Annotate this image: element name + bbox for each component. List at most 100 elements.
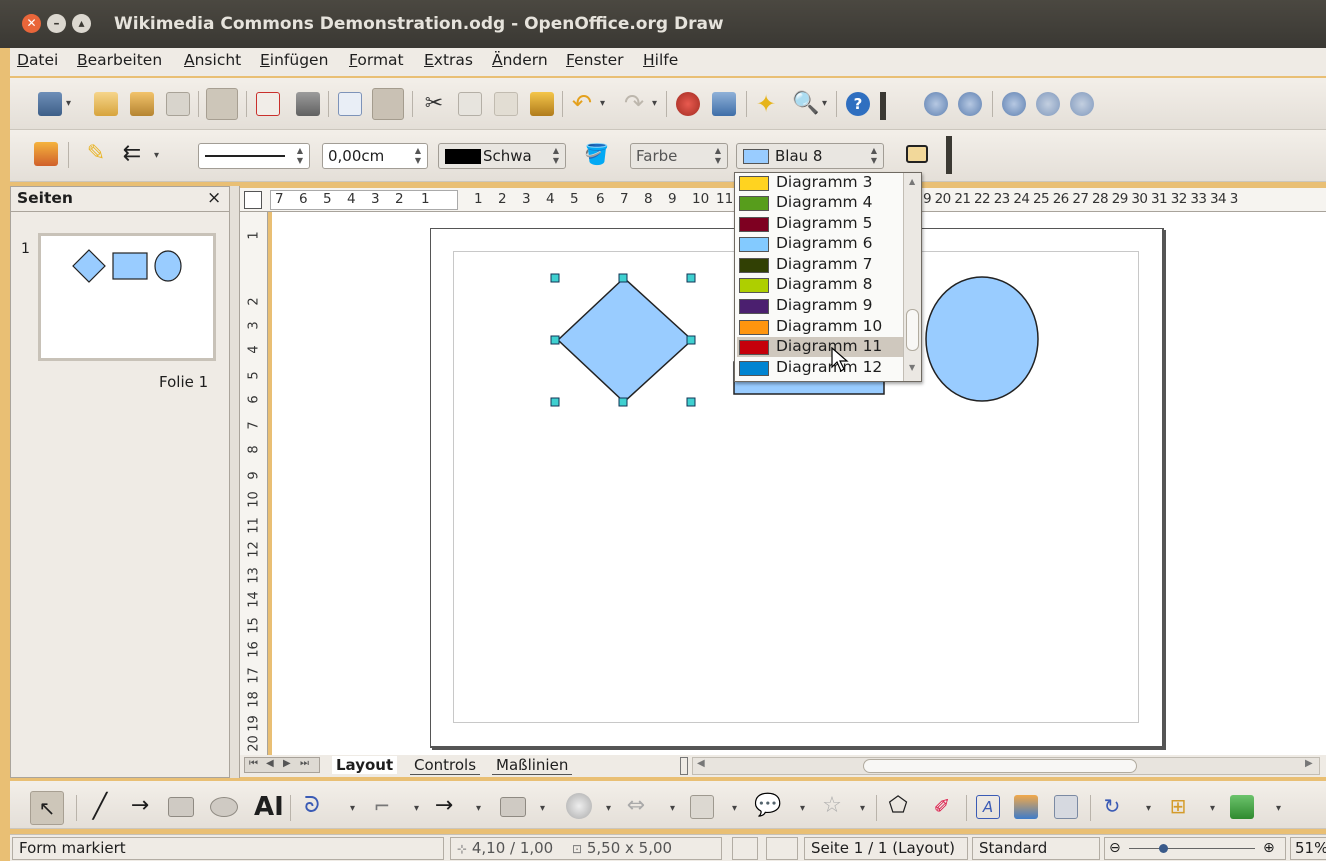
document-modified-icon[interactable] xyxy=(732,837,758,860)
rectangles-tool-icon[interactable] xyxy=(500,797,526,817)
zoom-in-slider-icon[interactable]: ⊕ xyxy=(1263,838,1275,859)
maximize-window-button[interactable]: ▴ xyxy=(72,14,91,33)
points-tool-icon[interactable]: ⬠ xyxy=(886,795,910,819)
spin-arrows-icon[interactable]: ▲ ▼ xyxy=(711,146,725,166)
styles-icon[interactable] xyxy=(34,142,58,166)
format-paintbrush-icon[interactable] xyxy=(530,92,554,116)
autospellcheck-icon[interactable] xyxy=(372,88,404,120)
insert-object-icon[interactable] xyxy=(1054,795,1078,819)
connector-dropdown-arrow[interactable]: ▾ xyxy=(414,803,419,814)
tab-stop-selector[interactable] xyxy=(244,191,262,209)
ellipse-tool-icon[interactable] xyxy=(210,797,238,817)
help-icon[interactable]: ? xyxy=(846,92,870,116)
menu-bearbeiten[interactable]: Bearbeiten xyxy=(77,51,162,69)
block-arrows-tool-icon[interactable]: ⇔ xyxy=(624,795,648,819)
menu-aendern[interactable]: Ändern xyxy=(492,51,548,69)
circles-dropdown-arrow[interactable]: ▾ xyxy=(606,803,611,814)
spin-arrows-icon[interactable]: ▲ ▼ xyxy=(293,146,307,166)
lines-arrows-tool-icon[interactable]: → xyxy=(432,795,456,819)
save-icon[interactable] xyxy=(130,92,154,116)
panel-splitter[interactable] xyxy=(230,186,240,778)
menu-datei[interactable]: Datei xyxy=(17,51,58,69)
area-color-select[interactable]: Blau 8 ▲ ▼ xyxy=(736,143,884,169)
rotate-dropdown-arrow[interactable]: ▾ xyxy=(1146,803,1151,814)
dropdown-scrollbar[interactable]: ▲ ▼ xyxy=(903,173,921,381)
arrow-style-icon[interactable]: ⇇ xyxy=(120,142,144,166)
tab-layout[interactable]: Layout xyxy=(332,756,398,774)
line-style-select[interactable]: ▲ ▼ xyxy=(198,143,310,169)
scrollbar-thumb[interactable] xyxy=(863,759,1137,773)
area-style-select[interactable]: Farbe ▲ ▼ xyxy=(630,143,728,169)
insert-image-icon[interactable] xyxy=(1014,795,1038,819)
scroll-down-icon[interactable]: ▼ xyxy=(909,363,915,372)
zoom-100-icon[interactable] xyxy=(1002,92,1026,116)
circles-tool-icon[interactable] xyxy=(566,793,592,819)
curve-tool-icon[interactable]: ᘐ xyxy=(300,795,324,819)
email-icon[interactable] xyxy=(166,92,190,116)
color-option-diagramm-10[interactable]: Diagramm 10 xyxy=(737,317,903,337)
chart-icon[interactable] xyxy=(676,92,700,116)
curve-dropdown-arrow[interactable]: ▾ xyxy=(350,803,355,814)
arrow-style-dropdown-arrow[interactable]: ▾ xyxy=(154,150,159,161)
lines-dropdown-arrow[interactable]: ▾ xyxy=(476,803,481,814)
toolbar-handle[interactable] xyxy=(880,92,886,120)
paint-bucket-icon[interactable]: 🪣 xyxy=(584,142,609,166)
line-tool-icon[interactable]: ╱ xyxy=(88,794,112,819)
page-thumbnail[interactable] xyxy=(38,233,216,361)
new-document-icon[interactable] xyxy=(38,92,62,116)
color-option-diagramm-3[interactable]: Diagramm 3 xyxy=(737,173,903,193)
cut-icon[interactable]: ✂ xyxy=(422,92,446,116)
callouts-tool-icon[interactable]: 💬 xyxy=(754,795,781,819)
undo-dropdown-arrow[interactable]: ▾ xyxy=(600,98,605,109)
color-option-diagramm-6[interactable]: Diagramm 6 xyxy=(737,234,903,254)
zoom-previous-icon[interactable] xyxy=(1036,92,1060,116)
fontwork-icon[interactable]: A xyxy=(976,795,1000,819)
menu-ansicht[interactable]: Ansicht xyxy=(184,51,241,69)
spellcheck-icon[interactable] xyxy=(338,92,362,116)
zoom-dropdown-arrow[interactable]: ▾ xyxy=(822,98,827,109)
position-size-field[interactable]: ⊹ 4,10 / 1,00 ⊡ 5,50 x 5,00 xyxy=(450,837,722,860)
selection-handle[interactable] xyxy=(550,397,560,407)
zoom-icon[interactable]: 🔍 xyxy=(792,92,819,116)
gluepoint-icon[interactable]: ✦ xyxy=(754,92,778,116)
open-folder-icon[interactable] xyxy=(94,92,118,116)
callouts-dropdown-arrow[interactable]: ▾ xyxy=(800,803,805,814)
zoom-in-icon[interactable] xyxy=(924,92,948,116)
selection-handle[interactable] xyxy=(618,397,628,407)
redo-dropdown-arrow[interactable]: ▾ xyxy=(652,98,657,109)
vertical-ruler[interactable]: 1 2 3 4 5 6 7 8 9 10 11 12 13 14 15 16 1… xyxy=(240,212,268,755)
tab-splitter[interactable] xyxy=(680,757,688,775)
print-icon[interactable] xyxy=(296,92,320,116)
diamond-shape[interactable] xyxy=(556,276,694,404)
ellipse-shape[interactable] xyxy=(925,276,1039,402)
new-dropdown-arrow[interactable]: ▾ xyxy=(66,98,71,109)
zoom-next-icon[interactable] xyxy=(1070,92,1094,116)
digital-signature-field[interactable] xyxy=(766,837,798,860)
block-arrows-dropdown-arrow[interactable]: ▾ xyxy=(670,803,675,814)
scroll-up-icon[interactable]: ▲ xyxy=(909,177,915,186)
selection-handle[interactable] xyxy=(686,335,696,345)
rectangles-dropdown-arrow[interactable]: ▾ xyxy=(540,803,545,814)
line-arrow-tool-icon[interactable]: → xyxy=(128,795,152,819)
stars-tool-icon[interactable]: ☆ xyxy=(820,795,844,819)
flowchart-dropdown-arrow[interactable]: ▾ xyxy=(732,803,737,814)
color-option-diagramm-12[interactable]: Diagramm 12 xyxy=(737,358,903,378)
redo-icon[interactable]: ↷ xyxy=(622,91,646,116)
stars-dropdown-arrow[interactable]: ▾ xyxy=(860,803,865,814)
area-color-dropdown[interactable]: Diagramm 3 Diagramm 4 Diagramm 5 Diagram… xyxy=(734,172,922,382)
zoom-out-slider-icon[interactable]: ⊖ xyxy=(1109,838,1121,859)
paste-icon[interactable] xyxy=(494,92,518,116)
last-tab-icon[interactable]: ⏭ xyxy=(300,758,309,769)
menu-hilfe[interactable]: Hilfe xyxy=(643,51,678,69)
color-option-diagramm-9[interactable]: Diagramm 9 xyxy=(737,296,903,316)
arrange-dropdown-arrow[interactable]: ▾ xyxy=(1276,803,1281,814)
align-tool-icon[interactable]: ⊞ xyxy=(1166,795,1190,819)
previous-tab-icon[interactable]: ◀ xyxy=(266,758,274,769)
zoom-slider-thumb[interactable] xyxy=(1159,844,1168,853)
rotate-tool-icon[interactable]: ↻ xyxy=(1100,795,1124,819)
scroll-right-icon[interactable]: ▶ xyxy=(1305,758,1313,769)
selection-handle[interactable] xyxy=(686,273,696,283)
selection-handle[interactable] xyxy=(686,397,696,407)
zoom-out-icon[interactable] xyxy=(958,92,982,116)
text-tool-icon[interactable]: AI xyxy=(254,793,284,821)
